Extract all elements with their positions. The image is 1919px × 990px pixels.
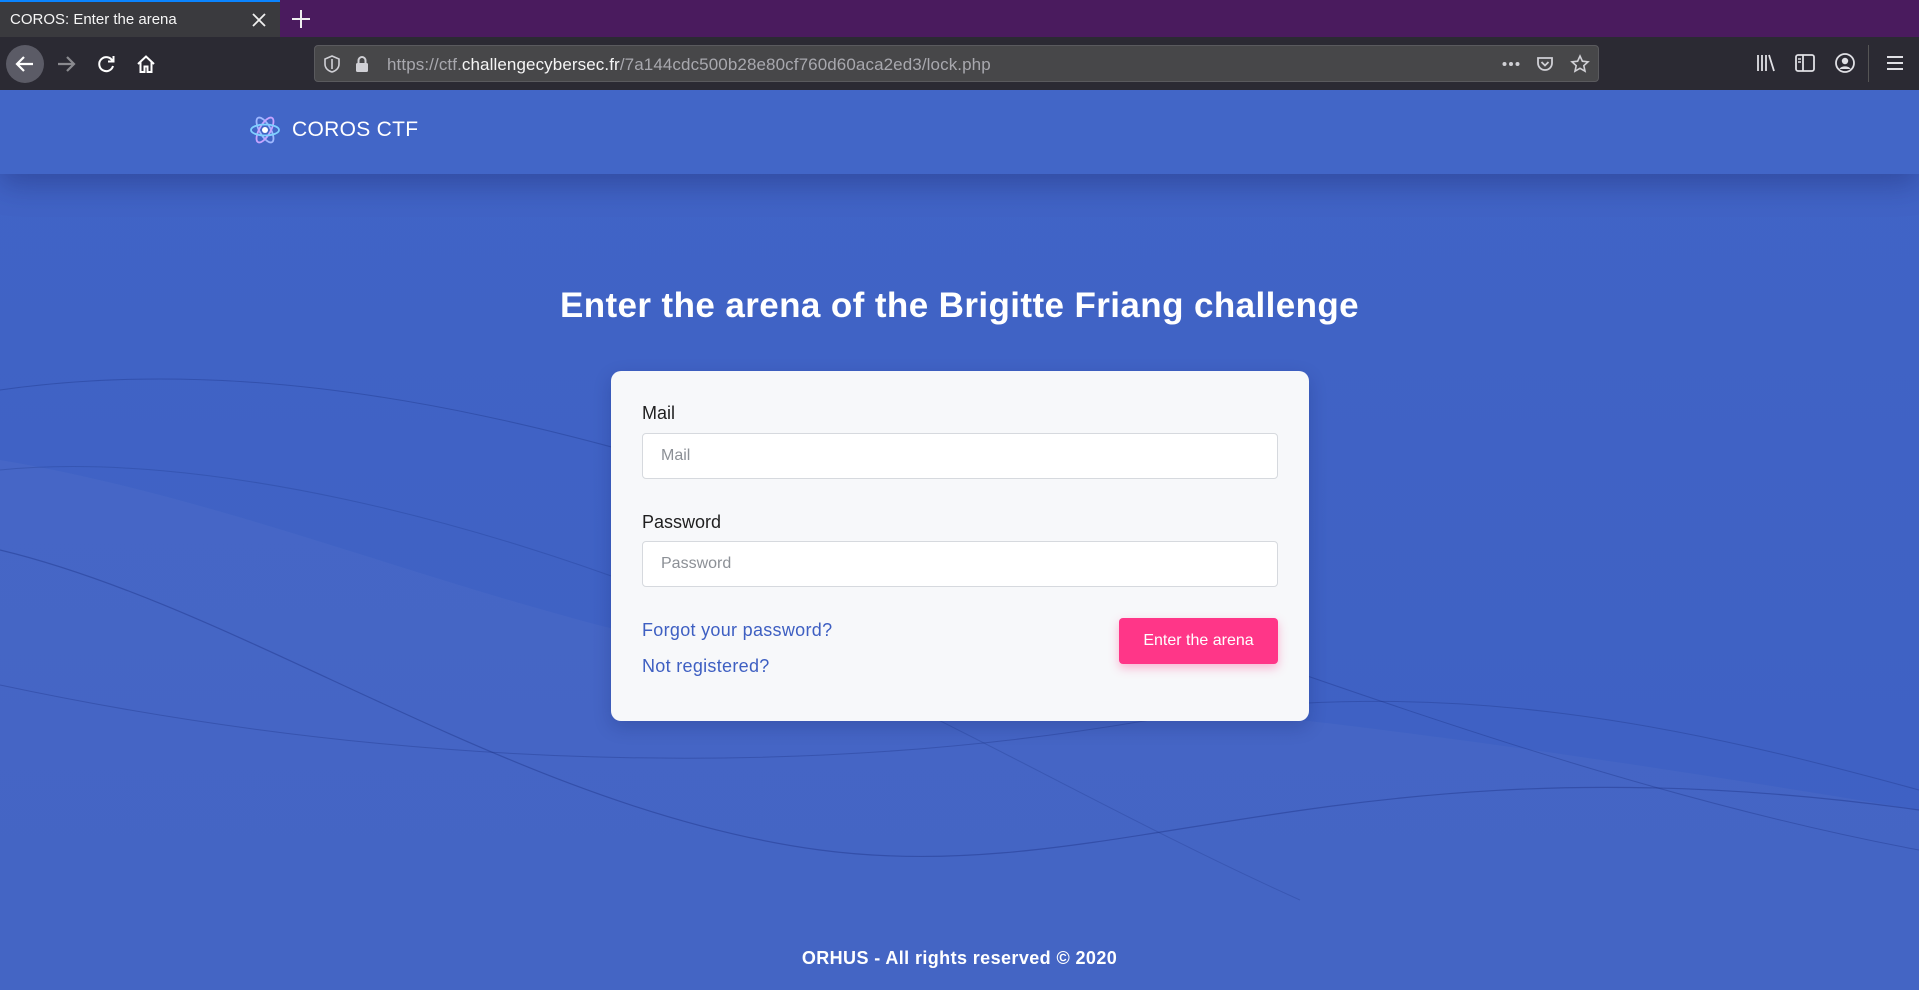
atom-icon[interactable] — [248, 112, 282, 148]
hamburger-menu-icon[interactable] — [1883, 51, 1907, 75]
site-header: COROS CTF — [0, 90, 1919, 174]
page-title: Enter the arena of the Brigitte Friang c… — [559, 286, 1360, 325]
register-link[interactable]: Not registered? — [642, 656, 770, 677]
login-card: Mail Password Forgot your password? Not … — [611, 371, 1309, 721]
bookmark-star-icon[interactable] — [1570, 54, 1590, 74]
enter-arena-button[interactable]: Enter the arena — [1119, 618, 1278, 664]
reload-button[interactable] — [87, 45, 125, 83]
pocket-icon[interactable] — [1535, 54, 1555, 74]
reload-icon — [98, 56, 115, 73]
forward-button[interactable] — [47, 45, 85, 83]
home-button[interactable] — [127, 45, 165, 83]
lock-icon[interactable] — [352, 54, 372, 74]
new-tab-icon[interactable] — [288, 6, 314, 32]
url-prefix: https://ctf. — [387, 55, 462, 74]
close-tab-icon[interactable] — [248, 9, 270, 31]
browser-tab-active[interactable]: COROS: Enter the arena — [0, 0, 280, 37]
back-button[interactable] — [6, 45, 44, 83]
mail-input[interactable] — [642, 433, 1278, 479]
tab-title: COROS: Enter the arena — [10, 11, 177, 28]
sidebar-icon[interactable] — [1793, 51, 1817, 75]
account-icon[interactable] — [1833, 51, 1857, 75]
browser-tab-bar: COROS: Enter the arena — [0, 0, 1919, 37]
footer-copyright: ORHUS - All rights reserved © 2020 — [801, 948, 1118, 968]
page-content: COROS CTF Enter the arena of the Brigitt… — [0, 90, 1919, 990]
url-text[interactable]: https://ctf.challengecybersec.fr/7a144cd… — [387, 55, 991, 75]
url-path: /7a144cdc500b28e80cf760d60aca2ed3/lock.p… — [619, 55, 991, 74]
password-input[interactable] — [642, 541, 1278, 587]
more-actions-icon[interactable] — [1501, 54, 1521, 74]
mail-label: Mail — [642, 403, 676, 423]
home-icon — [137, 55, 155, 73]
forward-arrow-icon — [58, 56, 76, 72]
url-host: challengecybersec.fr — [461, 55, 620, 74]
back-arrow-icon — [15, 56, 33, 72]
password-label: Password — [642, 512, 722, 532]
tracking-shield-icon[interactable] — [322, 54, 342, 74]
brand-name[interactable]: COROS CTF — [292, 118, 418, 142]
library-icon[interactable] — [1754, 51, 1778, 75]
browser-nav-bar: https://ctf.challengecybersec.fr/7a144cd… — [0, 37, 1919, 90]
toolbar-separator — [1868, 45, 1869, 82]
forgot-password-link[interactable]: Forgot your password? — [642, 620, 832, 641]
address-bar[interactable]: https://ctf.challengecybersec.fr/7a144cd… — [314, 45, 1599, 82]
